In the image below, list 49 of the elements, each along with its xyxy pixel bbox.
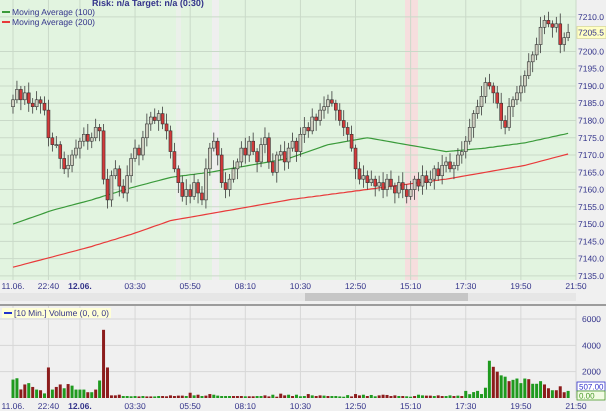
axis-label: 17:30 (455, 401, 476, 411)
axis-label: 11.06. (2, 281, 24, 291)
axis-label: 11.06. (2, 401, 24, 411)
axis-label: 7145.0 (578, 236, 604, 246)
axis-label: 12:50 (344, 401, 366, 411)
axis-label: 17:30 (455, 281, 476, 291)
axis-label: 05:50 (180, 281, 201, 291)
axis-label: 7165.0 (578, 167, 604, 178)
scrollbar-thumb[interactable] (305, 293, 468, 301)
axis-label: 7180.0 (578, 116, 604, 126)
axis-label: 7185.0 (578, 98, 604, 108)
axis-label: 7140.0 (578, 254, 604, 264)
axis-label: 22:40 (38, 401, 60, 411)
axis-label: 7155.0 (578, 202, 604, 212)
axis-label: 10:30 (290, 401, 312, 411)
axis-label: 21:50 (565, 401, 587, 411)
legend-label: Moving Average (100) (12, 7, 96, 17)
axis-label: 7175.0 (578, 132, 604, 143)
axis-label: 12.06. (68, 281, 92, 291)
axis-label: 22:40 (38, 281, 60, 291)
axis-label: 21:50 (565, 281, 587, 291)
axis-label: 12.06. (68, 401, 92, 411)
axis-label: 6000 (582, 314, 601, 324)
axis-label: 19:50 (510, 281, 532, 291)
axis-label: 2000 (582, 366, 601, 377)
axis-label: 12:50 (344, 281, 366, 291)
axis-label: 7210.0 (578, 12, 604, 22)
axis-label: 7160.0 (578, 184, 604, 195)
axis-label: 03:30 (124, 281, 146, 291)
axis-label: 10:30 (290, 281, 312, 291)
axis-label: 03:30 (124, 401, 146, 411)
price-marker: 7205.5 (576, 26, 606, 39)
axis-label: 4000 (582, 340, 601, 350)
legend-label: [10 Min.] Volume (0, 0, 0) (14, 308, 109, 318)
axis-label: 05:50 (180, 401, 201, 411)
value-label: 0.00 (576, 390, 606, 400)
axis-label: 7150.0 (578, 219, 604, 230)
axis-label: 08:10 (234, 281, 256, 291)
value-label: 507.00 (576, 382, 606, 392)
axis-label: 15:10 (400, 401, 422, 411)
axis-label: 19:50 (510, 401, 532, 411)
axis-label: 7190.0 (578, 80, 604, 91)
axis-label: 7200.0 (578, 46, 604, 56)
axis-label: 7135.0 (578, 270, 604, 281)
legend-label: Moving Average (200) (12, 17, 96, 27)
axis-label: 7195.0 (578, 64, 604, 74)
axis-label: 7170.0 (578, 150, 604, 160)
axis-label: 15:10 (400, 281, 422, 291)
axis-label: 08:10 (234, 401, 256, 411)
